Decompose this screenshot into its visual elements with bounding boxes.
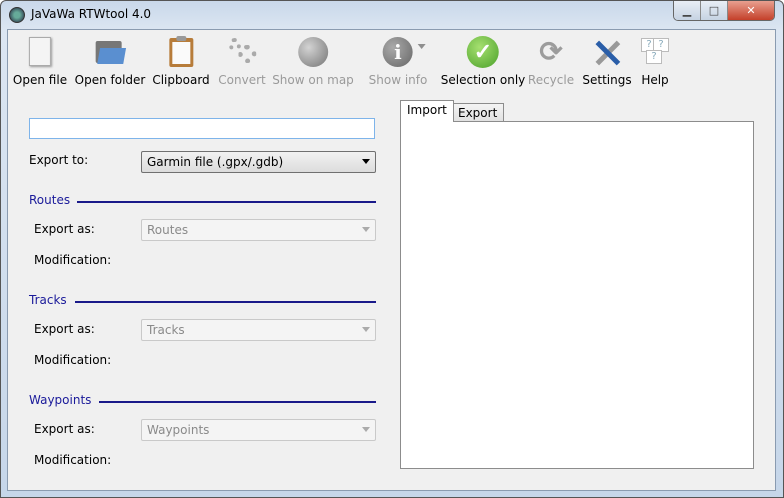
section-title-routes: Routes (29, 193, 71, 207)
toolbar-label: Open folder (74, 73, 146, 87)
minimize-button[interactable]: ▁ (674, 1, 701, 20)
section-title-tracks: Tracks (29, 293, 67, 307)
file-input[interactable] (29, 118, 375, 139)
section-title-waypoints: Waypoints (29, 393, 92, 407)
globe-icon (297, 36, 329, 68)
chevron-down-icon (362, 227, 370, 232)
toolbar-label: Selection only (440, 73, 526, 87)
section-divider (75, 301, 376, 303)
toolbar-button-show-info: i Show info (368, 36, 428, 87)
chevron-down-icon (362, 427, 370, 432)
export-as-value: Routes (147, 223, 189, 237)
client-area: Open file Open folder Clipboard Convert Show… (7, 29, 776, 491)
toolbar-label: Show info (368, 73, 428, 87)
modification-label: Modification: (34, 253, 112, 267)
document-icon (24, 36, 56, 68)
clipboard-icon (165, 36, 197, 68)
chevron-down-icon (362, 159, 370, 164)
app-icon (9, 7, 25, 23)
toolbar-button-help[interactable]: ??? Help (639, 36, 671, 87)
toolbar-button-open-file[interactable]: Open file (13, 36, 67, 87)
modification-label: Modification: (34, 453, 112, 467)
toolbar-button-settings[interactable]: Settings (582, 36, 632, 87)
checkmark-icon: ✓ (467, 36, 499, 68)
tracks-export-as-select: Tracks (141, 319, 376, 341)
export-as-value: Waypoints (147, 423, 210, 437)
export-to-label: Export to: (29, 153, 89, 167)
export-as-value: Tracks (147, 323, 185, 337)
export-to-value: Garmin file (.gpx/.gdb) (147, 155, 284, 169)
export-as-label: Export as: (34, 222, 95, 236)
routes-export-as-select: Routes (141, 219, 376, 241)
export-as-label: Export as: (34, 422, 95, 436)
waypoints-export-as-select: Waypoints (141, 419, 376, 441)
close-button[interactable]: ✕ (728, 1, 774, 20)
toolbar-label: Settings (582, 73, 632, 87)
tab-import[interactable]: Import (400, 100, 454, 122)
toolbar-button-selection-only[interactable]: ✓ Selection only (440, 36, 526, 87)
toolbar-button-recycle: ⟳ Recycle (527, 36, 575, 88)
toolbar-label: Show on map (272, 73, 354, 87)
section-divider (99, 401, 376, 403)
toolbar-button-open-folder[interactable]: Open folder (74, 36, 146, 87)
toolbar-label: Clipboard (152, 73, 210, 87)
toolbar-label: Convert (218, 73, 266, 87)
toolbar-label: Help (641, 73, 669, 87)
toolbar-button-convert: Convert (218, 36, 266, 87)
chevron-down-icon (362, 327, 370, 332)
window-title: JaVaWa RTWtool 4.0 (31, 7, 152, 21)
toolbar-label: Recycle (527, 73, 575, 87)
tools-icon (591, 36, 623, 68)
info-icon: i (382, 36, 426, 68)
toolbar-button-show-on-map: Show on map (272, 36, 354, 87)
export-as-label: Export as: (34, 322, 95, 336)
help-icon: ??? (639, 36, 671, 68)
section-divider (77, 201, 376, 203)
recycle-icon: ⟳ (539, 36, 563, 67)
modification-label: Modification: (34, 353, 112, 367)
tab-export[interactable]: Export (451, 103, 505, 122)
import-panel (400, 121, 754, 469)
maximize-button[interactable]: □ (701, 1, 728, 20)
toolbar-button-clipboard[interactable]: Clipboard (152, 36, 210, 87)
export-to-select[interactable]: Garmin file (.gpx/.gdb) (141, 151, 376, 173)
toolbar-label: Open file (12, 73, 68, 87)
folder-icon (94, 36, 127, 68)
gears-icon (226, 36, 258, 68)
